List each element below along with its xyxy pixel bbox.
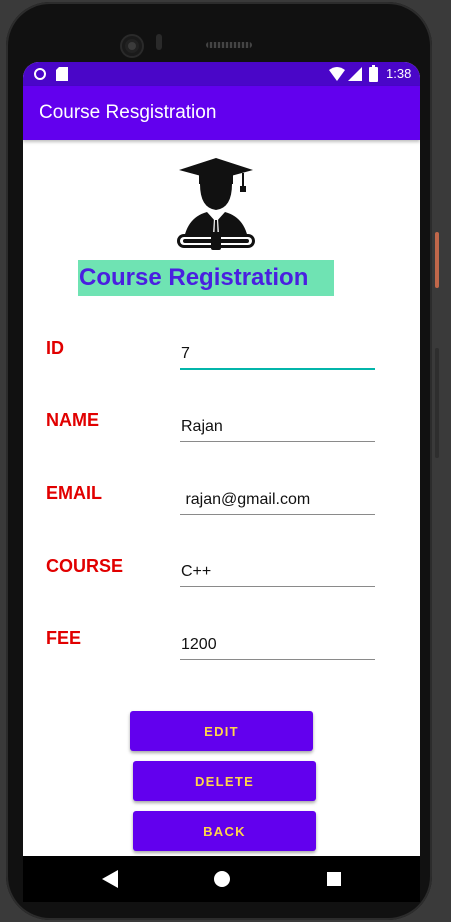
front-sensor <box>156 34 162 50</box>
email-label: EMAIL <box>46 483 102 503</box>
name-input[interactable] <box>180 415 376 439</box>
id-label: ID <box>46 338 64 358</box>
fee-field-container <box>180 633 376 660</box>
status-time: 1:38 <box>386 66 412 81</box>
app-screen: 1:38 Course Resgistration Course Registr… <box>23 62 420 856</box>
back-button[interactable]: BACK <box>133 811 316 851</box>
name-field-container <box>180 415 376 442</box>
course-label: COURSE <box>46 556 124 576</box>
id-input[interactable] <box>180 342 376 366</box>
earpiece-speaker <box>206 42 252 48</box>
system-nav-bar <box>23 856 420 902</box>
nav-home-icon[interactable] <box>214 871 230 887</box>
volume-button <box>435 348 439 458</box>
app-bar-title: Course Resgistration <box>39 102 217 123</box>
power-button <box>435 232 439 288</box>
wifi-icon <box>329 67 345 81</box>
form-heading: Course Registration <box>78 260 334 296</box>
front-camera <box>122 36 142 56</box>
notification-dot-icon <box>34 68 46 80</box>
edit-button[interactable]: EDIT <box>130 711 313 751</box>
battery-icon <box>369 65 378 82</box>
course-field-container <box>180 560 376 587</box>
fee-input[interactable] <box>180 633 376 657</box>
sd-card-icon <box>56 67 68 81</box>
signal-icon <box>348 67 362 81</box>
email-field-container <box>180 488 376 515</box>
app-bar: Course Resgistration <box>23 86 420 140</box>
fee-label: FEE <box>46 628 82 648</box>
status-bar: 1:38 <box>23 62 420 86</box>
course-input[interactable] <box>180 560 376 584</box>
delete-button[interactable]: DELETE <box>133 761 316 801</box>
id-field-container <box>180 342 376 370</box>
email-input[interactable] <box>180 488 376 512</box>
name-label: NAME <box>46 410 99 430</box>
nav-recents-icon[interactable] <box>327 872 341 886</box>
nav-back-icon[interactable] <box>102 870 118 888</box>
graduate-logo-icon <box>177 158 255 250</box>
